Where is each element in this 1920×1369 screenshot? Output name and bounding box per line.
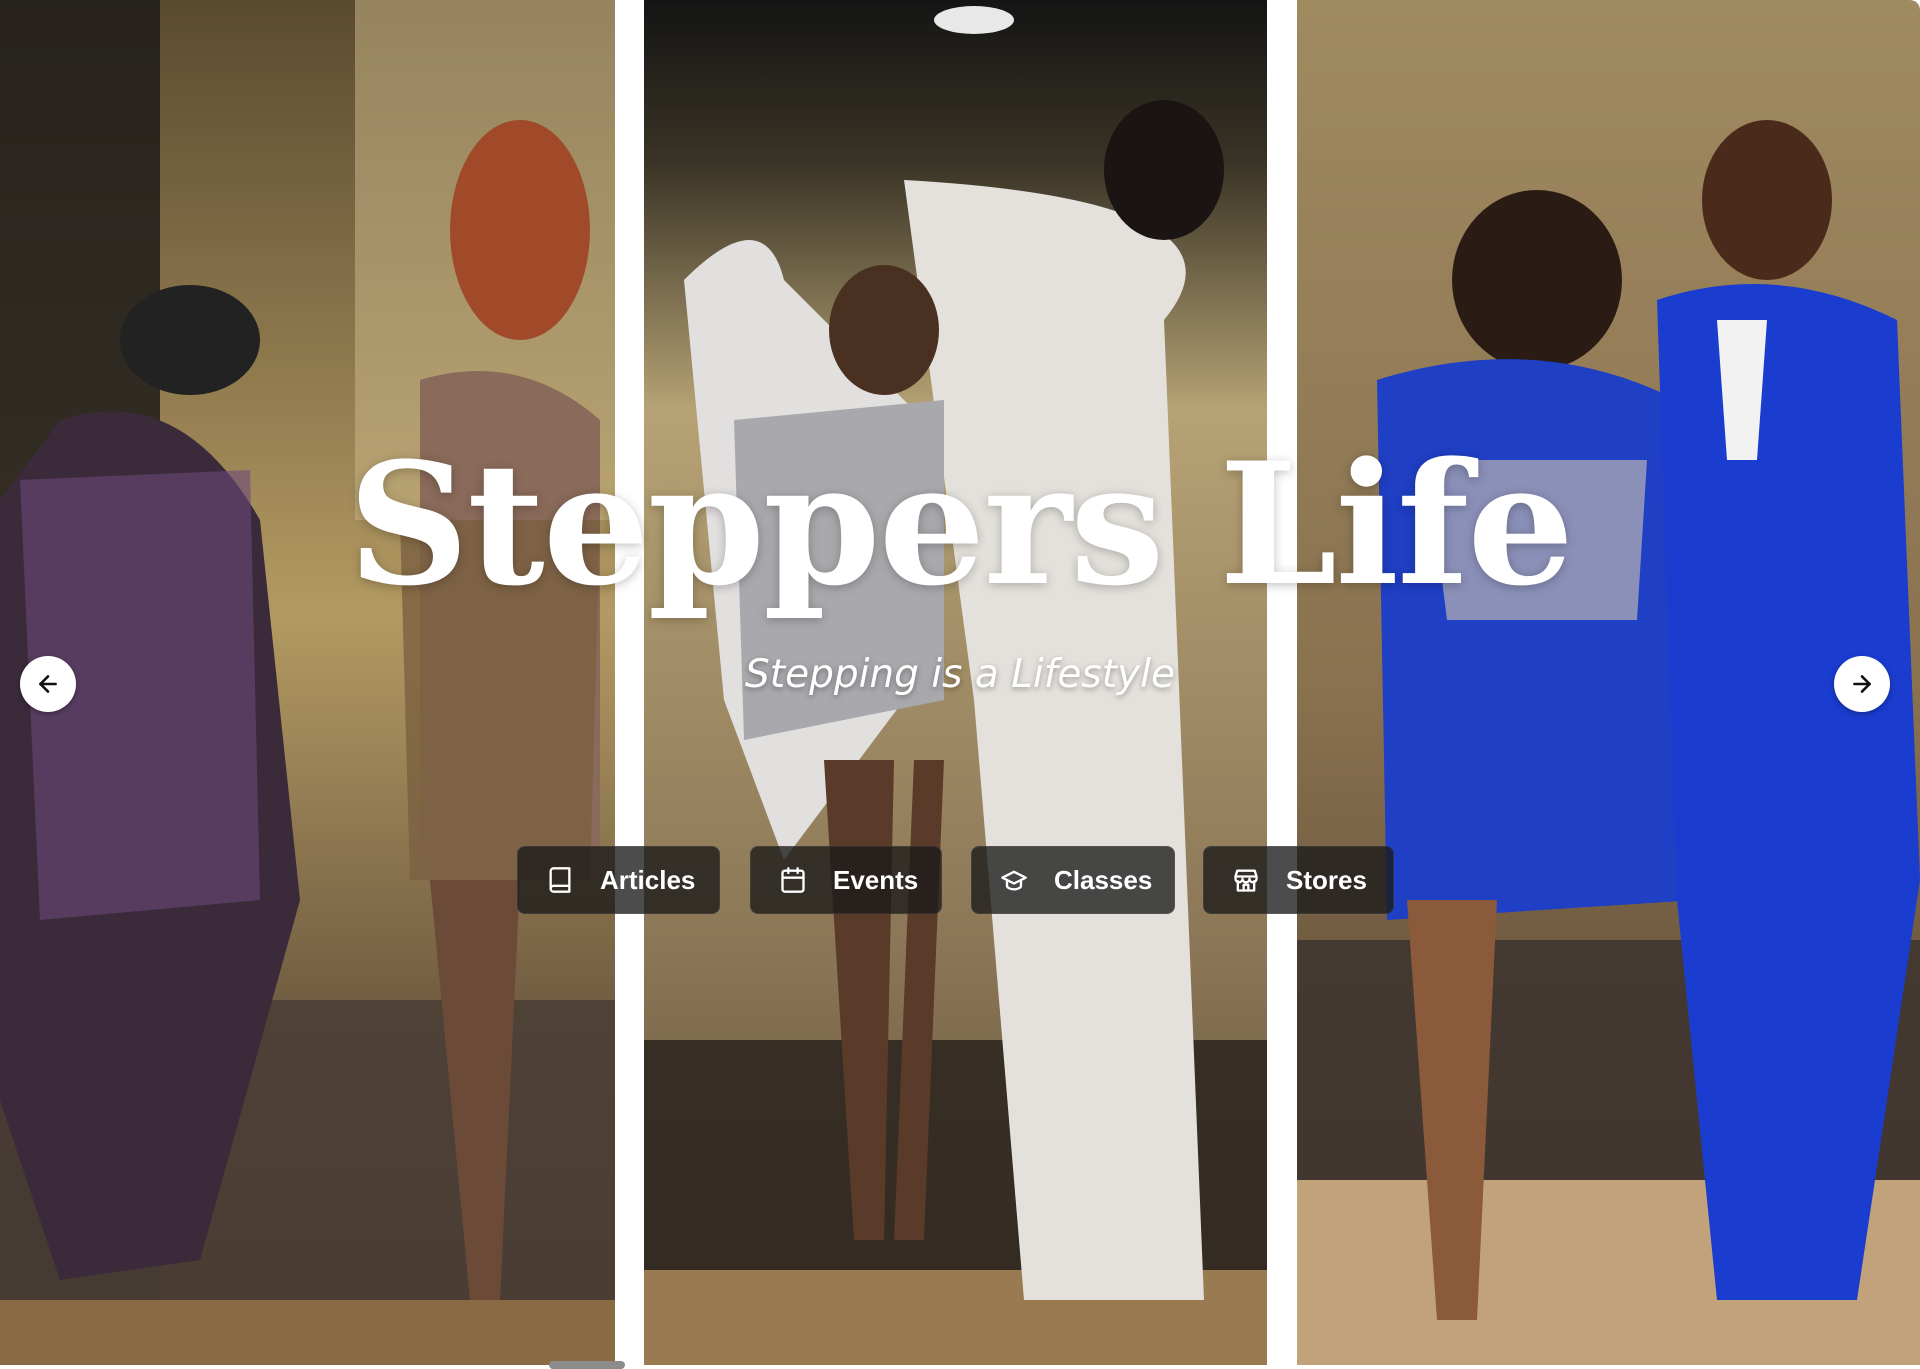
classes-button[interactable]: Classes — [971, 846, 1175, 914]
stores-label: Stores — [1286, 864, 1367, 895]
stores-button[interactable]: Stores — [1203, 846, 1394, 914]
horizontal-scrollbar[interactable] — [549, 1361, 625, 1369]
hero-nav: Articles Events Classes Stores — [0, 846, 1920, 916]
graduation-cap-icon — [1000, 866, 1028, 894]
carousel-next-button[interactable] — [1834, 656, 1890, 712]
store-icon — [1232, 866, 1260, 894]
classes-label: Classes — [1054, 864, 1153, 895]
hero-section: Steppers Life Stepping is a Lifestyle Ar… — [0, 0, 1920, 1369]
arrow-right-icon — [1849, 671, 1875, 697]
book-icon — [546, 866, 574, 894]
hero-title: Steppers Life — [347, 425, 1574, 623]
events-label: Events — [833, 864, 919, 895]
carousel-prev-button[interactable] — [20, 656, 76, 712]
calendar-icon — [779, 866, 807, 894]
hero-subtitle: Stepping is a Lifestyle — [745, 652, 1175, 697]
articles-label: Articles — [600, 864, 696, 895]
events-button[interactable]: Events — [750, 846, 942, 914]
articles-button[interactable]: Articles — [517, 846, 720, 914]
arrow-left-icon — [35, 671, 61, 697]
